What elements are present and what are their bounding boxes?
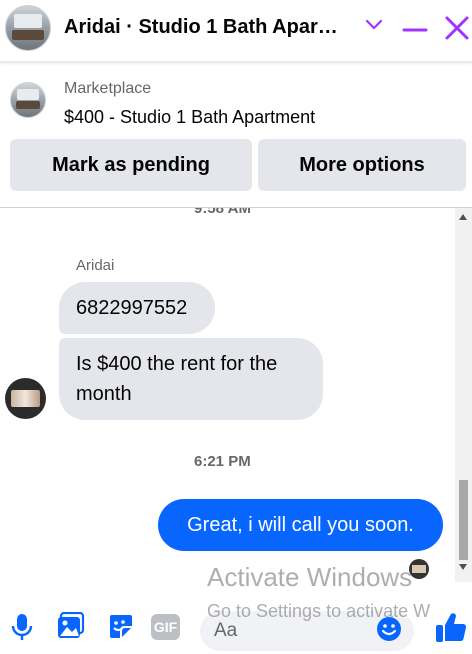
sender-avatar[interactable]: [5, 378, 46, 419]
message-input-placeholder: Aa: [214, 620, 238, 641]
incoming-message[interactable]: 6822997552: [59, 282, 215, 334]
gif-label: GIF: [153, 619, 178, 635]
sender-name: Aridai: [76, 257, 115, 274]
contact-avatar[interactable]: [5, 5, 51, 51]
microphone-icon[interactable]: [11, 612, 33, 642]
chevron-down-icon[interactable]: [364, 18, 384, 32]
mark-as-pending-button[interactable]: Mark as pending: [10, 139, 252, 191]
windows-watermark-title: Activate Windows: [207, 562, 413, 592]
incoming-message[interactable]: Is $400 the rent for the month: [59, 338, 323, 420]
listing-title[interactable]: $400 - Studio 1 Bath Apartment: [64, 107, 315, 128]
scroll-down-arrow-icon[interactable]: [459, 564, 467, 570]
more-options-button[interactable]: More options: [258, 139, 466, 191]
timestamp: 6:21 PM: [194, 453, 251, 470]
outgoing-message[interactable]: Great, i will call you soon.: [158, 499, 443, 551]
scrollbar[interactable]: [455, 208, 472, 582]
message-list[interactable]: 9:58 AM Aridai 6822997552 Is $400 the re…: [0, 208, 472, 582]
scroll-up-arrow-icon[interactable]: [459, 214, 467, 220]
listing-thumbnail[interactable]: [10, 82, 46, 118]
chat-title[interactable]: Aridai · Studio 1 Bath Apar…: [64, 16, 338, 39]
minimize-icon[interactable]: [402, 17, 428, 43]
gif-icon[interactable]: GIF: [151, 614, 180, 640]
close-icon[interactable]: [444, 15, 470, 41]
scrollbar-thumb[interactable]: [459, 480, 468, 560]
photo-icon[interactable]: [57, 612, 85, 640]
chat-header: Aridai · Studio 1 Bath Apar…: [0, 0, 472, 62]
sticker-icon[interactable]: [106, 612, 134, 640]
timestamp: 9:58 AM: [194, 208, 251, 217]
marketplace-label: Marketplace: [64, 80, 152, 97]
windows-watermark-subtitle: Go to Settings to activate W: [207, 601, 431, 621]
